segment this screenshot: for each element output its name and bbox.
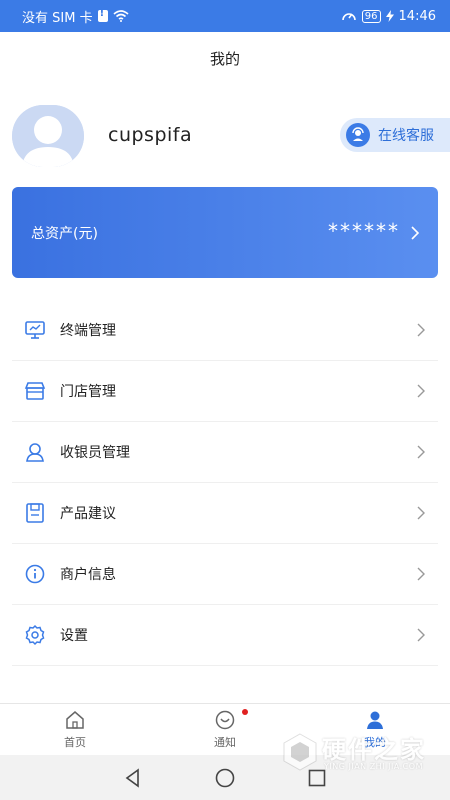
chevron-right-icon [417,628,425,642]
customer-service-icon [346,123,370,147]
notification-icon [215,710,235,730]
watermark-text: 硬件之家 [322,736,426,764]
tab-label: 首页 [64,736,86,749]
page-title: 我的 [209,49,240,68]
home-icon [66,711,84,729]
chevron-right-icon [417,506,425,520]
menu-item-settings[interactable]: 设置 [12,605,438,666]
sim-alert-icon [97,8,108,22]
battery-indicator: 96 [361,9,381,23]
menu-item-label: 门店管理 [60,384,116,400]
online-service-button[interactable]: 在线客服 [340,118,450,152]
watermark-subtext: YING JIAN ZHI JIA.COM [324,762,423,771]
gear-icon [24,624,46,646]
clock-time: 14:46 [398,8,436,24]
cashier-icon [24,441,46,463]
avatar[interactable] [12,105,84,167]
menu-item-label: 收银员管理 [60,445,130,461]
info-icon [24,563,46,585]
profile-section: cupspifa 在线客服 [0,100,450,170]
menu-item-suggestion[interactable]: 产品建议 [12,483,438,544]
status-bar: 没有 SIM 卡 96 14:46 [0,0,450,32]
menu-item-store[interactable]: 门店管理 [12,361,438,422]
wifi-icon [113,10,129,22]
menu-item-label: 设置 [60,628,88,644]
menu-item-merchant-info[interactable]: 商户信息 [12,544,438,605]
watermark: 硬件之家 YING JIAN ZHI JIA.COM [282,728,432,776]
chevron-right-icon [417,567,425,581]
tab-notifications[interactable]: 通知 [150,704,300,755]
total-assets-label: 总资产(元) [31,226,98,242]
chevron-right-icon [417,323,425,337]
menu-item-label: 终端管理 [60,323,116,339]
suggestion-icon [24,502,46,524]
charging-icon [385,10,394,22]
store-icon [24,380,46,402]
menu-list: 终端管理 门店管理 收银员管理 产品建议 商户信息 设置 [12,300,438,666]
menu-item-label: 产品建议 [60,506,116,522]
speedometer-icon [341,13,356,21]
page-header: 我的 [0,32,450,84]
monitor-icon [24,319,46,341]
online-service-label: 在线客服 [378,128,434,144]
menu-item-label: 商户信息 [60,567,116,583]
watermark-logo-icon [283,733,317,771]
menu-item-cashier[interactable]: 收银员管理 [12,422,438,483]
carrier-text: 没有 SIM 卡 [22,10,93,26]
home-button-icon[interactable] [213,766,237,790]
chevron-right-icon [417,445,425,459]
menu-item-terminal[interactable]: 终端管理 [12,300,438,361]
notification-badge [242,709,248,715]
tab-label: 通知 [214,736,236,749]
total-assets-value: ****** [328,219,400,243]
total-assets-card[interactable]: 总资产(元) ****** [12,187,438,278]
tab-home[interactable]: 首页 [0,704,150,755]
back-icon[interactable] [121,766,145,790]
chevron-right-icon [411,226,420,240]
username: cupspifa [108,124,193,146]
chevron-right-icon [417,384,425,398]
avatar-placeholder-icon [12,105,84,167]
